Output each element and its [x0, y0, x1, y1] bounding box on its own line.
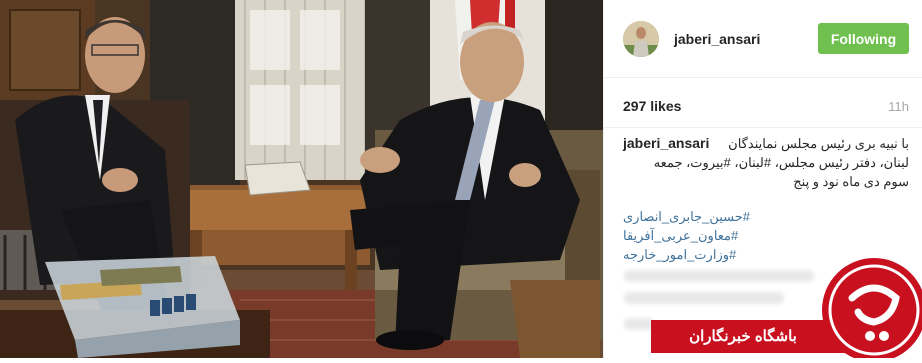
watermark-text: باشگاه خبرنگاران	[689, 328, 797, 345]
likes-count[interactable]: 297 likes	[623, 98, 681, 114]
avatar-photo	[623, 21, 659, 57]
post-photo[interactable]	[0, 0, 603, 358]
post-stats: 297 likes 11h	[604, 78, 922, 128]
following-button[interactable]: Following	[818, 23, 909, 54]
hashtag-link[interactable]: #حسین_جابری_انصاری	[623, 207, 909, 226]
blurred-comment	[624, 270, 814, 282]
post-time[interactable]: 11h	[888, 99, 909, 114]
instagram-post: jaberi_ansari Following 297 likes 11h با…	[0, 0, 922, 362]
ybc-logo-icon	[812, 248, 922, 362]
caption-line-3: سوم دی ماه نود و پنج	[793, 174, 909, 189]
blurred-comment	[624, 292, 784, 304]
username-link[interactable]: jaberi_ansari	[674, 31, 760, 47]
avatar[interactable]	[623, 21, 659, 57]
caption-text-1: با نبیه بری رئیس مجلس نمایندگان	[728, 136, 909, 151]
post-header: jaberi_ansari Following	[604, 0, 922, 78]
caption-username[interactable]: jaberi_ansari	[623, 134, 709, 153]
caption-line-2: لبنان، دفتر رئیس مجلس، #لبنان، #بیروت، ج…	[653, 155, 909, 170]
photo-meeting-scene	[0, 0, 603, 358]
hashtag-link[interactable]: #معاون_عربی_آفریقا	[623, 226, 909, 245]
blurred-comment	[624, 318, 654, 330]
